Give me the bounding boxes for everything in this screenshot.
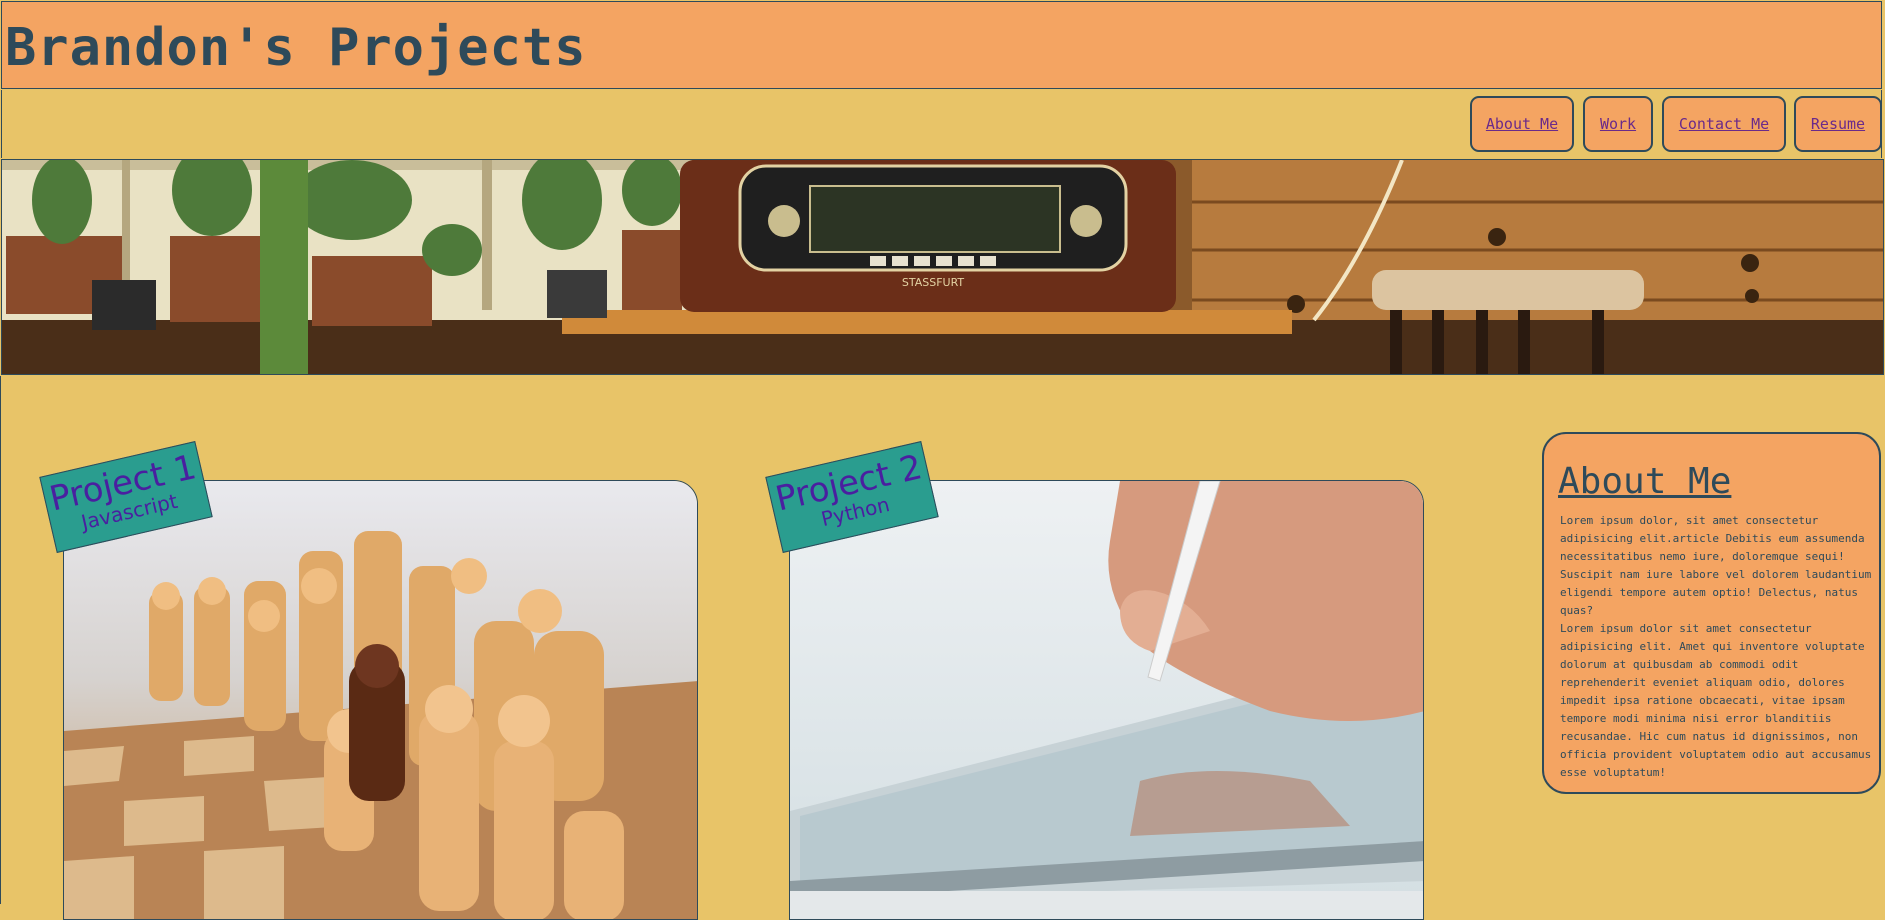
about-me-card: About Me Lorem ipsum dolor, sit amet con… bbox=[1542, 432, 1881, 794]
navbar: About Me Work Contact Me Resume bbox=[1, 90, 1882, 158]
about-me-paragraph-1: Lorem ipsum dolor, sit amet consectetur … bbox=[1560, 514, 1872, 617]
nav-resume-link[interactable]: Resume bbox=[1794, 96, 1882, 152]
page-title: Brandon's Projects bbox=[5, 18, 587, 78]
about-me-paragraph-2: Lorem ipsum dolor sit amet consectetur a… bbox=[1560, 622, 1872, 779]
project-card-2[interactable] bbox=[789, 480, 1424, 920]
chess-pieces-image bbox=[64, 481, 697, 919]
banner-illustration: STASSFURT bbox=[2, 160, 1883, 374]
nav-contact-me-link[interactable]: Contact Me bbox=[1662, 96, 1786, 152]
nav-about-me-link[interactable]: About Me bbox=[1470, 96, 1574, 152]
about-me-heading: About Me bbox=[1558, 461, 1732, 502]
banner-image: STASSFURT bbox=[1, 159, 1884, 375]
nav-work-link[interactable]: Work bbox=[1583, 96, 1653, 152]
tablet-stylus-image bbox=[790, 481, 1423, 919]
radio-brand-label: STASSFURT bbox=[902, 276, 965, 289]
page-left-border bbox=[0, 376, 1, 904]
project-card-1[interactable] bbox=[63, 480, 698, 920]
site-header: Brandon's Projects bbox=[1, 1, 1882, 89]
about-me-body: Lorem ipsum dolor, sit amet consectetur … bbox=[1560, 512, 1874, 782]
